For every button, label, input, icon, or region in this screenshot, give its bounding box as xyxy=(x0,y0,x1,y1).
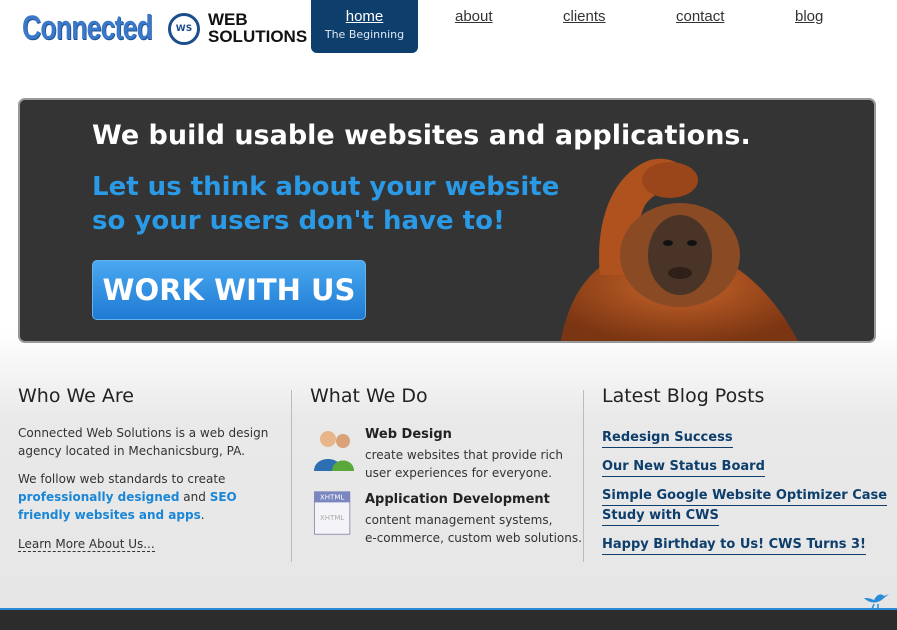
blog-heading: Latest Blog Posts xyxy=(602,385,765,407)
users-icon xyxy=(314,431,354,471)
nav-blog[interactable]: blog xyxy=(795,8,823,25)
nav-home[interactable]: home The Beginning xyxy=(311,0,418,53)
who-we-are-heading: Who We Are xyxy=(18,385,134,407)
blog-post-link[interactable]: Redesign Success xyxy=(602,428,733,448)
nav-clients[interactable]: clients xyxy=(563,8,606,25)
blog-post-link[interactable]: Happy Birthday to Us! CWS Turns 3! xyxy=(602,535,866,555)
who-we-are-section: Who We Are Connected Web Solutions is a … xyxy=(18,385,278,552)
bird-icon xyxy=(864,594,889,610)
logo-subtitle: WEB SOLUTIONS xyxy=(208,10,308,46)
service-desc: content management systems, xyxy=(365,513,553,527)
orangutan-image xyxy=(560,158,798,341)
column-divider xyxy=(291,390,292,562)
nav-home-sub: The Beginning xyxy=(324,28,405,41)
svg-text:XHTML: XHTML xyxy=(320,513,345,522)
svg-text:XHTML: XHTML xyxy=(320,493,345,502)
blog-post-link[interactable]: Study with CWS xyxy=(602,506,719,526)
nav-contact[interactable]: contact xyxy=(676,8,724,25)
blog-post-link[interactable]: Simple Google Website Optimizer Case xyxy=(602,486,888,506)
professionally-designed-link[interactable]: professionally designed xyxy=(18,490,179,504)
blog-posts-section: Latest Blog Posts Redesign Success Our N… xyxy=(602,385,892,565)
column-divider xyxy=(583,390,584,562)
learn-more-link[interactable]: Learn More About Us... xyxy=(18,537,155,552)
footer-bar xyxy=(0,608,897,630)
nav-about[interactable]: about xyxy=(455,8,493,25)
what-we-do-section: What We Do Web Design create websites th… xyxy=(310,385,582,565)
nav-home-label[interactable]: home xyxy=(311,8,418,25)
what-we-do-heading: What We Do xyxy=(310,385,428,407)
work-with-us-button[interactable]: WORK WITH US xyxy=(92,260,366,320)
who-we-are-standards: We follow web standards to create profes… xyxy=(18,472,237,522)
service-desc: create websites that provide rich xyxy=(365,448,563,462)
blog-post-link[interactable]: Our New Status Board xyxy=(602,457,765,477)
hero-subtitle: Let us think about your website so your … xyxy=(92,172,560,236)
logo-wordmark: Connected xyxy=(22,9,153,47)
hero-banner: We build usable websites and application… xyxy=(18,98,876,343)
logo-badge-icon: WS xyxy=(168,13,200,45)
service-title: Web Design xyxy=(365,427,452,442)
who-we-are-intro: Connected Web Solutions is a web design … xyxy=(18,426,269,458)
service-desc: e-commerce, custom web solutions. xyxy=(365,531,582,545)
xhtml-document-icon: XHTML XHTML xyxy=(313,491,351,535)
service-title: Application Development xyxy=(365,492,550,507)
logo[interactable]: Connected WS WEB SOLUTIONS xyxy=(22,8,307,48)
service-desc: user experiences for everyone. xyxy=(365,466,552,480)
